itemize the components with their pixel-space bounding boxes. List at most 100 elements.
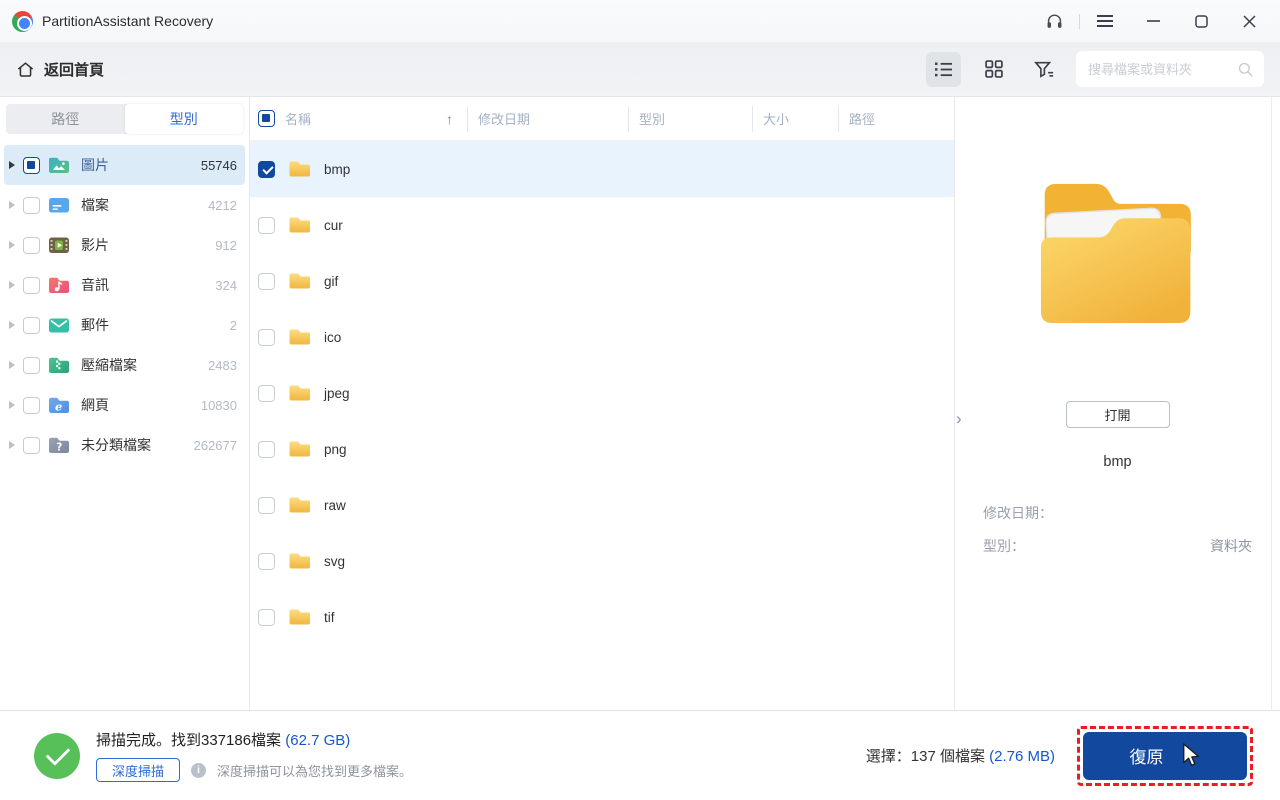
sort-ascending-icon[interactable]: ↑ [446, 111, 453, 127]
mail-folder-icon [49, 318, 69, 333]
deep-scan-hint: 深度掃描可以為您找到更多檔案。 [217, 763, 413, 779]
checkbox-checked[interactable] [258, 160, 275, 178]
sidebar-item-archives[interactable]: 壓縮檔案 2483 [4, 345, 245, 385]
type-label: 型別： [983, 537, 1025, 554]
expand-caret-icon[interactable] [9, 241, 15, 249]
search-input[interactable] [1088, 61, 1237, 77]
folder-icon [289, 441, 310, 457]
folder-icon [289, 161, 310, 177]
table-row[interactable]: png [250, 421, 954, 477]
status-bar: 掃描完成。找到337186檔案 (62.7 GB) 深度掃描 i 深度掃描可以為… [0, 710, 1280, 800]
toolbar: 返回首頁 [0, 42, 1280, 97]
checkbox-empty[interactable] [23, 316, 40, 334]
table-row[interactable]: gif [250, 253, 954, 309]
titlebar-separator [1079, 13, 1080, 29]
checkbox-indeterminate[interactable] [23, 156, 40, 174]
expand-caret-icon[interactable] [9, 321, 15, 329]
back-home-button[interactable]: 返回首頁 [16, 59, 104, 80]
preview-file-name: bmp [1103, 454, 1132, 470]
modified-date-label: 修改日期： [983, 504, 1053, 521]
deep-scan-button[interactable]: 深度掃描 [96, 758, 181, 782]
scan-size: (62.7 GB) [285, 732, 351, 749]
checkbox-empty[interactable] [23, 276, 40, 294]
menu-hamburger-icon[interactable] [1088, 6, 1122, 36]
sidebar-item-web[interactable]: e 網頁 10830 [4, 385, 245, 425]
column-header-path[interactable]: 路徑 [838, 105, 954, 132]
tab-path[interactable]: 路徑 [6, 104, 125, 134]
checkbox-empty[interactable] [258, 608, 275, 626]
checkbox-empty[interactable] [258, 440, 275, 458]
app-logo-icon [12, 10, 33, 32]
documents-folder-icon [49, 198, 69, 213]
sidebar-item-documents[interactable]: 檔案 4212 [4, 185, 245, 225]
column-header-modified[interactable]: 修改日期 [467, 105, 628, 132]
minimize-button[interactable] [1136, 6, 1170, 36]
checkbox-empty[interactable] [258, 328, 275, 346]
sidebar-item-mail[interactable]: 郵件 2 [4, 305, 245, 345]
checkbox-empty[interactable] [23, 436, 40, 454]
images-folder-icon [49, 157, 69, 173]
table-header: 名稱 ↑ 修改日期 型別 大小 路徑 [250, 97, 954, 141]
expand-caret-icon[interactable] [9, 281, 15, 289]
recover-highlight-box: 復原 [1077, 725, 1253, 786]
folder-icon [289, 497, 310, 513]
table-row[interactable]: svg [250, 533, 954, 589]
expand-caret-icon[interactable] [9, 361, 15, 369]
collapse-panel-icon[interactable]: › [956, 410, 962, 427]
archive-folder-icon [49, 357, 69, 373]
checkbox-empty[interactable] [258, 272, 275, 290]
table-row[interactable]: jpeg [250, 365, 954, 421]
checkbox-empty[interactable] [23, 396, 40, 414]
svg-text:e: e [55, 400, 62, 414]
open-button[interactable]: 打開 [1065, 401, 1170, 428]
folder-icon [289, 553, 310, 569]
sidebar-item-images[interactable]: 圖片 55746 [4, 145, 245, 185]
checkbox-empty[interactable] [23, 236, 40, 254]
table-row[interactable]: cur [250, 197, 954, 253]
tab-type[interactable]: 型別 [124, 104, 243, 134]
expand-caret-icon[interactable] [9, 441, 15, 449]
search-box[interactable] [1076, 51, 1264, 87]
folder-icon [289, 217, 310, 233]
selection-summary: 選擇：137 個檔案 (2.76 MB) [865, 748, 1055, 765]
expand-caret-icon[interactable] [9, 161, 15, 169]
folder-icon [289, 273, 310, 289]
app-title: PartitionAssistant Recovery [42, 13, 214, 29]
web-folder-icon: e [49, 397, 69, 414]
table-row[interactable]: tif [250, 589, 954, 645]
checkbox-empty[interactable] [258, 216, 275, 234]
checkbox-empty[interactable] [23, 196, 40, 214]
preview-panel: › 打開 bmp 修改日期： 型別： 資料夾 [955, 97, 1280, 710]
folder-icon [289, 329, 310, 345]
sidebar-item-videos[interactable]: 影片 912 [4, 225, 245, 265]
close-button[interactable] [1232, 6, 1266, 36]
filter-button[interactable] [1026, 52, 1061, 87]
checkbox-empty[interactable] [258, 496, 275, 514]
recover-button[interactable]: 復原 [1083, 731, 1247, 780]
audio-folder-icon [49, 277, 69, 293]
column-header-name[interactable]: 名稱 [285, 109, 311, 128]
scan-result-text: 掃描完成。找到337186檔案 (62.7 GB) [96, 732, 351, 749]
scan-success-icon [34, 732, 80, 779]
grid-view-button[interactable] [976, 52, 1011, 87]
table-row[interactable]: raw [250, 477, 954, 533]
checkbox-empty[interactable] [258, 384, 275, 402]
support-headset-icon[interactable] [1037, 6, 1071, 36]
table-row[interactable]: bmp [250, 141, 954, 197]
expand-caret-icon[interactable] [9, 201, 15, 209]
checkbox-empty[interactable] [23, 356, 40, 374]
app-window: PartitionAssistant Recovery 返回首頁 搜尋檔案或資料… [0, 0, 1280, 800]
column-header-type[interactable]: 型別 [628, 105, 752, 132]
sidebar-item-unclassified[interactable]: ? 未分類檔案 262677 [4, 425, 245, 465]
list-view-button[interactable] [926, 51, 961, 87]
unknown-folder-icon: ? [49, 437, 69, 453]
expand-caret-icon[interactable] [9, 401, 15, 409]
sidebar-item-audio[interactable]: 音訊 324 [4, 265, 245, 305]
checkbox-empty[interactable] [258, 552, 275, 570]
titlebar: PartitionAssistant Recovery [0, 0, 1280, 42]
select-all-checkbox[interactable] [258, 110, 275, 127]
column-header-size[interactable]: 大小 [752, 105, 838, 132]
videos-folder-icon [49, 237, 69, 253]
table-row[interactable]: ico [250, 309, 954, 365]
maximize-button[interactable] [1184, 6, 1218, 36]
